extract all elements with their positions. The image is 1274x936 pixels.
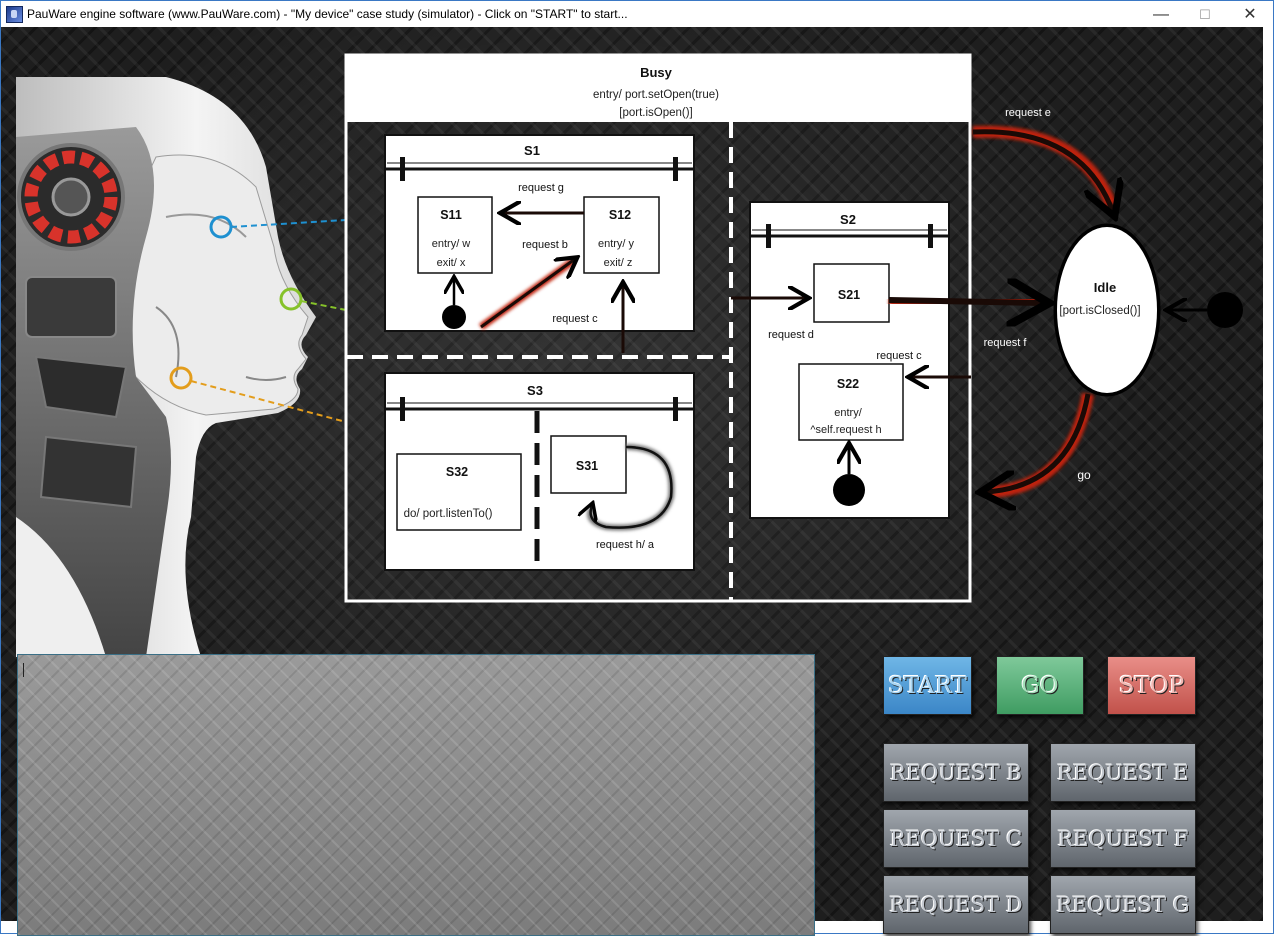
svg-text:^self.request h: ^self.request h xyxy=(810,424,881,436)
request-c-button[interactable]: REQUEST C xyxy=(883,809,1029,868)
maximize-button[interactable]: ☐ xyxy=(1182,1,1228,28)
request-e-button[interactable]: REQUEST E xyxy=(1050,743,1196,802)
svg-text:do/ port.listenTo(): do/ port.listenTo() xyxy=(404,508,493,520)
busy-entry: entry/ port.setOpen(true) xyxy=(593,89,719,101)
window-title: PauWare engine software (www.PauWare.com… xyxy=(27,7,628,21)
svg-text:exit/ z: exit/ z xyxy=(604,257,633,269)
minimize-button[interactable]: — xyxy=(1138,1,1184,28)
s2-initial-state-icon xyxy=(833,474,865,506)
svg-text:request f: request f xyxy=(984,337,1028,349)
request-f-button[interactable]: REQUEST F xyxy=(1050,809,1196,868)
state-s12: S12 entry/ y exit/ z xyxy=(583,196,660,274)
svg-text:request g: request g xyxy=(518,182,564,194)
close-button[interactable]: ✕ xyxy=(1227,1,1273,28)
svg-text:request b: request b xyxy=(522,239,568,251)
main-canvas: Busy entry/ port.setOpen(true) [port.isO… xyxy=(1,27,1263,936)
svg-text:request c: request c xyxy=(876,350,922,362)
svg-text:request d: request d xyxy=(768,329,814,341)
start-button[interactable]: START xyxy=(883,656,972,715)
svg-text:entry/ w: entry/ w xyxy=(432,238,471,250)
svg-text:[port.isClosed()]: [port.isClosed()] xyxy=(1059,305,1140,317)
busy-title: Busy xyxy=(640,65,673,80)
svg-text:request c: request c xyxy=(552,313,598,325)
text-caret xyxy=(23,663,24,677)
state-s31: S31 xyxy=(550,435,627,494)
state-s11: S11 entry/ w exit/ x xyxy=(417,196,493,274)
go-button[interactable]: GO xyxy=(996,656,1084,715)
output-console[interactable] xyxy=(17,654,815,936)
svg-text:S31: S31 xyxy=(576,459,598,473)
svg-text:S11: S11 xyxy=(440,208,462,222)
transition-go: go xyxy=(985,392,1094,492)
state-machine-diagram: Busy entry/ port.setOpen(true) [port.isO… xyxy=(344,53,1243,603)
svg-text:go: go xyxy=(1077,468,1091,482)
transition-request-e: request e xyxy=(972,107,1113,212)
s1-title: S1 xyxy=(524,143,540,158)
svg-text:S22: S22 xyxy=(837,377,859,391)
svg-text:S32: S32 xyxy=(446,465,468,479)
stop-button[interactable]: STOP xyxy=(1107,656,1196,715)
svg-text:entry/ y: entry/ y xyxy=(598,238,635,250)
svg-text:S3: S3 xyxy=(527,383,543,398)
svg-text:exit/ x: exit/ x xyxy=(437,257,466,269)
svg-text:Idle: Idle xyxy=(1094,280,1116,295)
s1-initial-state-icon xyxy=(442,305,466,329)
state-s32: S32 do/ port.listenTo() xyxy=(396,453,522,531)
busy-guard: [port.isOpen()] xyxy=(619,107,693,119)
svg-text:S2: S2 xyxy=(840,212,856,227)
svg-text:S12: S12 xyxy=(609,208,631,222)
request-d-button[interactable]: REQUEST D xyxy=(883,875,1029,934)
svg-text:request e: request e xyxy=(1005,107,1051,119)
state-idle: Idle [port.isClosed()] xyxy=(1053,223,1161,397)
state-s21: S21 xyxy=(813,263,890,323)
svg-text:S21: S21 xyxy=(838,288,860,302)
request-g-button[interactable]: REQUEST G xyxy=(1050,875,1196,934)
svg-text:entry/: entry/ xyxy=(834,407,862,419)
svg-text:request h/ a: request h/ a xyxy=(596,539,655,551)
root-initial-state-icon xyxy=(1207,292,1243,328)
title-bar[interactable]: PauWare engine software (www.PauWare.com… xyxy=(1,1,1273,28)
app-icon xyxy=(6,6,23,23)
state-s22: S22 entry/ ^self.request h xyxy=(798,363,904,441)
request-b-button[interactable]: REQUEST B xyxy=(883,743,1029,802)
